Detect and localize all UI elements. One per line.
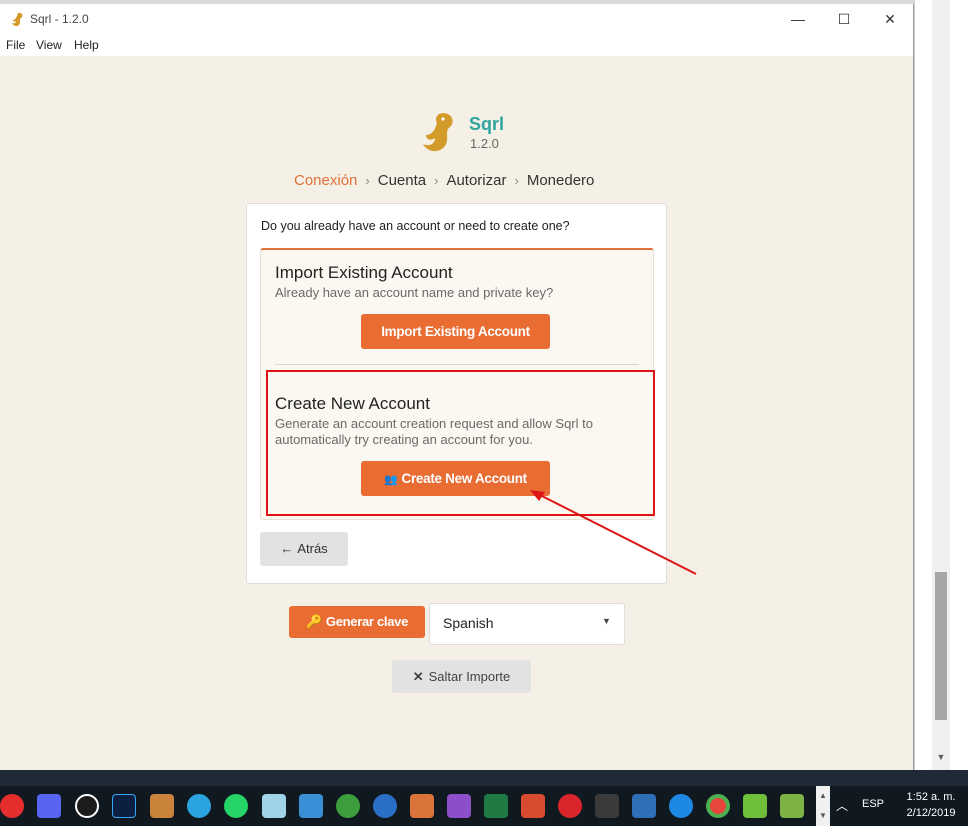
chevron-right-icon: › (434, 173, 439, 188)
squirrel-logo-icon (12, 12, 23, 27)
import-section-title: Import Existing Account (275, 263, 453, 282)
kiwi-icon[interactable] (521, 794, 545, 818)
input-language[interactable]: ESP (862, 798, 884, 810)
breadcrumb-step-cuenta: Cuenta (377, 172, 427, 189)
caret-down-icon: ▼ (602, 616, 611, 626)
squirrel-logo-icon (423, 113, 453, 152)
back-button[interactable]: ← Atrás (260, 532, 348, 566)
desktop-background (0, 770, 968, 786)
chevron-up-icon[interactable]: ︿ (836, 797, 848, 814)
menu-file[interactable]: File (6, 38, 25, 52)
photoshop-icon[interactable] (112, 794, 136, 818)
skip-import-label: Saltar Importe (428, 669, 511, 684)
menu-bar: File View Help (0, 34, 913, 56)
background-scrollbar-thumb[interactable] (935, 572, 947, 720)
breadcrumb-step-monedero: Monedero (526, 172, 595, 189)
key-icon: 🔑 (306, 614, 322, 629)
telegram-icon[interactable] (187, 794, 211, 818)
account-question: Do you already have an account or need t… (261, 219, 570, 233)
mega-icon[interactable] (558, 794, 582, 818)
menu-help[interactable]: Help (74, 38, 99, 52)
arrow-left-icon: ← (280, 541, 294, 556)
folder-icon[interactable] (299, 794, 323, 818)
maximize-button[interactable]: ☐ (821, 4, 867, 34)
close-button[interactable]: ✕ (867, 4, 913, 34)
breadcrumb-step-conexion: Conexión (294, 172, 358, 189)
language-select[interactable]: Spanish ▼ (429, 603, 625, 645)
excel-icon[interactable] (484, 794, 508, 818)
window-title: Sqrl - 1.2.0 (30, 12, 89, 26)
import-existing-account-button[interactable]: Import Existing Account (361, 314, 550, 349)
generate-key-label: Generar clave (325, 614, 408, 629)
chrome-icon[interactable] (706, 794, 730, 818)
messenger-icon[interactable] (669, 794, 693, 818)
breadcrumb: Conexión › Cuenta › Autorizar › Monedero (294, 172, 594, 189)
discord-icon[interactable] (37, 794, 61, 818)
scroll-down-icon[interactable]: ▼ (934, 750, 948, 764)
taskbar-scroll[interactable]: ▲ ▼ (816, 786, 830, 826)
chevron-right-icon: › (365, 173, 370, 188)
menu-view[interactable]: View (36, 38, 62, 52)
app-version: 1.2.0 (470, 136, 499, 151)
section-divider (275, 364, 639, 365)
clock-date[interactable]: 2/12/2019 (903, 807, 959, 819)
teamviewer-icon[interactable] (373, 794, 397, 818)
earth-icon[interactable] (336, 794, 360, 818)
calculator-icon[interactable] (595, 794, 619, 818)
language-value: Spanish (443, 615, 494, 631)
highlight-box (266, 370, 655, 516)
generate-key-button[interactable]: 🔑 Generar clave (289, 606, 425, 638)
inkscape-icon[interactable] (75, 794, 99, 818)
notes-icon[interactable] (262, 794, 286, 818)
close-x-icon: ✕ (412, 669, 424, 684)
chevron-right-icon: › (514, 173, 519, 188)
clock-time[interactable]: 1:52 a. m. (903, 791, 959, 803)
back-button-label: Atrás (297, 541, 328, 556)
taskmgr-icon[interactable] (410, 794, 434, 818)
frog-icon[interactable] (743, 794, 767, 818)
skip-import-button[interactable]: ✕ Saltar Importe (392, 660, 531, 693)
record-icon[interactable] (0, 794, 24, 818)
taskbar: ▲ ▼ ︿ ESP 1:52 a. m. 2/12/2019 (0, 786, 968, 826)
grid-app-icon[interactable] (632, 794, 656, 818)
minimize-button[interactable]: — (775, 4, 821, 34)
stack-icon[interactable] (780, 794, 804, 818)
title-bar: Sqrl - 1.2.0 — ☐ ✕ (0, 4, 913, 34)
import-section-description: Already have an account name and private… (275, 285, 554, 300)
breadcrumb-step-autorizar: Autorizar (446, 172, 507, 189)
photos-icon[interactable] (150, 794, 174, 818)
whatsapp-icon[interactable] (224, 794, 248, 818)
feather-icon[interactable] (447, 794, 471, 818)
app-name: Sqrl (469, 114, 505, 134)
